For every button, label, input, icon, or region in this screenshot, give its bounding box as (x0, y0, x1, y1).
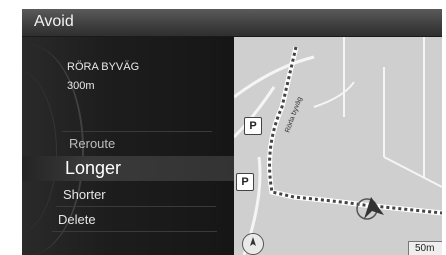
parking-icon: P (244, 117, 262, 135)
menu-item-reroute[interactable]: Reroute (69, 136, 115, 151)
menu-divider (52, 231, 217, 232)
menu-divider (56, 206, 216, 207)
map-roads: Rörla byväg (234, 37, 442, 255)
menu-item-longer[interactable]: Longer (22, 156, 234, 181)
map-view[interactable]: Rörla byväg P P 50m (234, 37, 442, 255)
menu-item-longer-label: Longer (65, 158, 122, 178)
road-distance: 300m (67, 80, 95, 92)
street-label: Rörla byväg (284, 96, 303, 134)
road-name: RÖRA BYVÄG (67, 61, 140, 73)
map-scale-label: 50m (415, 243, 435, 254)
menu-item-shorter[interactable]: Shorter (63, 187, 106, 202)
compass-icon[interactable] (242, 233, 264, 255)
parking-icon: P (236, 173, 254, 191)
title-bar: Avoid (22, 9, 442, 37)
avoid-menu: RÖRA BYVÄG 300m Reroute Longer Shorter D… (22, 37, 234, 255)
map-scale: 50m (408, 241, 442, 255)
navigation-screen: Avoid RÖRA BYVÄG 300m Reroute Longer Sho… (22, 9, 442, 255)
screen-title: Avoid (34, 13, 74, 30)
menu-divider (62, 131, 212, 132)
menu-item-delete[interactable]: Delete (58, 212, 96, 227)
